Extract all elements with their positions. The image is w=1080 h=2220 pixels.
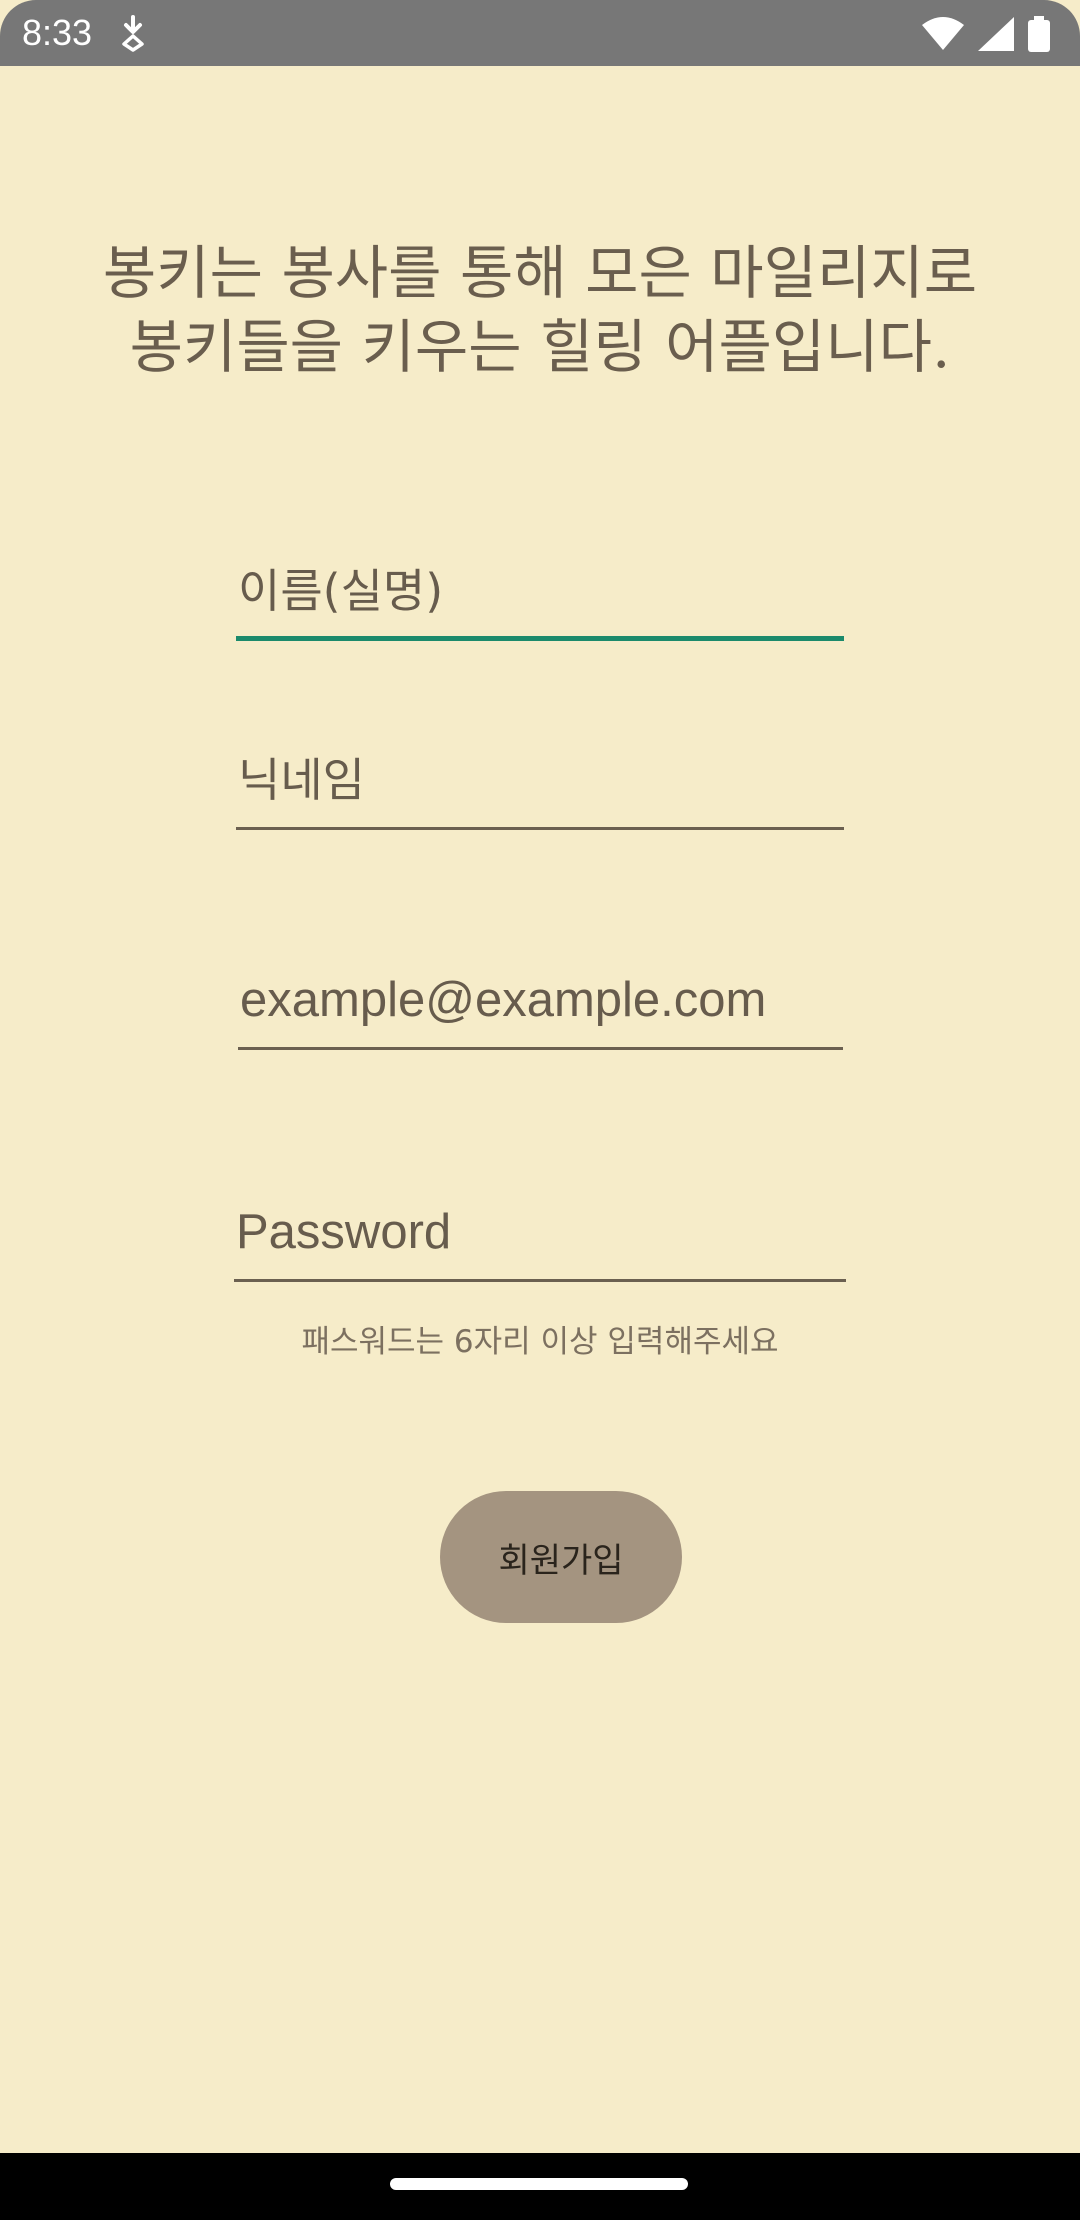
app-description-line-1: 봉키는 봉사를 통해 모은 마일리지로 <box>102 239 978 307</box>
password-field-underline <box>234 1279 846 1282</box>
password-field[interactable]: Password <box>234 1160 846 1282</box>
nickname-placeholder: 닉네임 <box>238 753 365 807</box>
status-time: 8:33 <box>22 12 93 53</box>
battery-icon <box>1028 16 1050 52</box>
password-hint: 패스워드는 6자리 이상 입력해주세요 <box>301 1324 779 1360</box>
nickname-field[interactable]: 닉네임 <box>236 720 844 830</box>
wifi-icon <box>922 17 964 51</box>
app-description: 봉키는 봉사를 통해 모은 마일리지로 봉키들을 키우는 힐링 어플입니다. <box>40 236 1040 384</box>
name-field[interactable]: 이름(실명) <box>236 530 844 641</box>
name-field-underline <box>236 636 844 641</box>
signup-button[interactable]: 회원가입 <box>440 1491 682 1623</box>
status-bar: 8:33 <box>0 0 1080 66</box>
home-handle[interactable] <box>390 2178 688 2190</box>
download-icon <box>118 14 148 52</box>
password-placeholder: Password <box>236 1205 452 1259</box>
email-field-underline <box>238 1047 843 1050</box>
signup-button-label: 회원가입 <box>498 1540 624 1581</box>
nickname-field-underline <box>236 827 844 830</box>
email-placeholder: example@example.com <box>240 973 767 1027</box>
cell-signal-icon <box>978 17 1014 51</box>
app-description-line-2: 봉키들을 키우는 힐링 어플입니다. <box>129 313 951 381</box>
name-placeholder: 이름(실명) <box>238 564 444 618</box>
email-field[interactable]: example@example.com <box>238 930 843 1050</box>
status-icons <box>922 14 1050 54</box>
